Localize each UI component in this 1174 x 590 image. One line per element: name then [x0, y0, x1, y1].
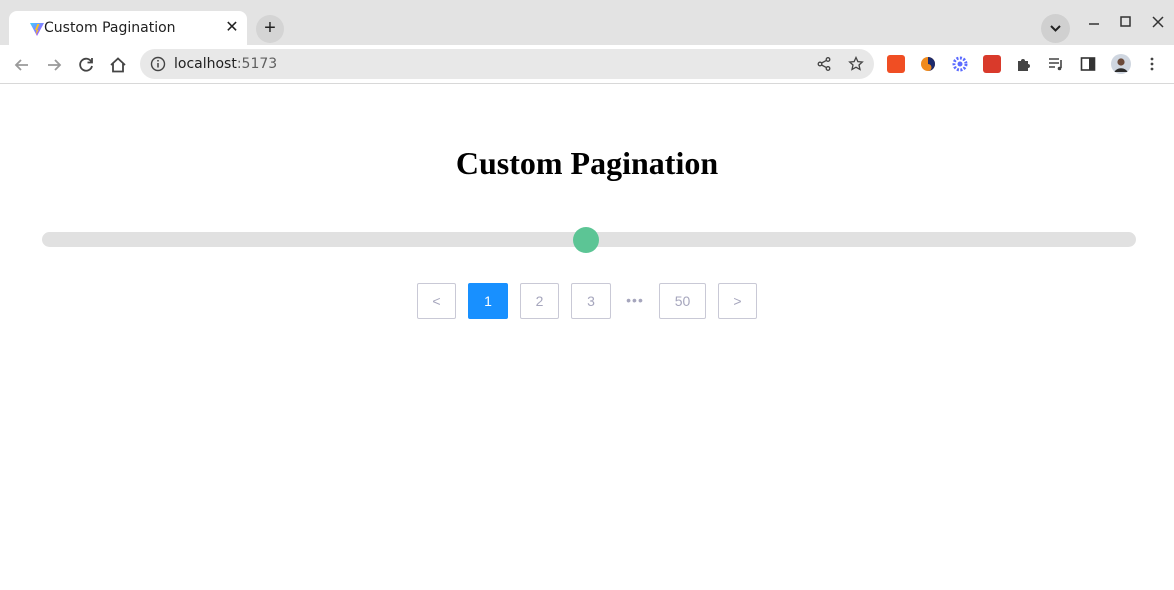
- home-icon[interactable]: [107, 54, 129, 76]
- tab-title: Custom Pagination: [44, 20, 176, 36]
- extension-orange-swirl-icon[interactable]: [919, 55, 937, 73]
- browser-menu-icon[interactable]: [1143, 55, 1161, 73]
- pagination-page-2[interactable]: 2: [520, 283, 559, 319]
- vite-logo-icon: [30, 23, 44, 36]
- extension-blue-gear-icon[interactable]: [951, 55, 969, 73]
- pagination-page-3[interactable]: 3: [571, 283, 611, 319]
- url-text[interactable]: localhost:5173: [174, 56, 277, 72]
- bookmark-star-icon[interactable]: [848, 56, 864, 72]
- new-tab-button[interactable]: +: [256, 15, 284, 43]
- window-close-icon[interactable]: [1148, 12, 1168, 32]
- extension-red-badge-icon[interactable]: [983, 55, 1001, 73]
- url-host: localhost: [174, 56, 237, 72]
- pagination-next-button[interactable]: >: [718, 283, 757, 319]
- tab-close-icon[interactable]: ✕: [223, 19, 241, 37]
- browser-tabstrip: Custom Pagination ✕ +: [0, 0, 1174, 45]
- url-port: :5173: [236, 56, 278, 72]
- page-title: Custom Pagination: [455, 145, 719, 181]
- back-arrow-icon[interactable]: [11, 54, 33, 76]
- pagination-ellipsis[interactable]: •••: [620, 283, 650, 319]
- media-queue-icon[interactable]: [1047, 55, 1065, 73]
- side-panel-icon[interactable]: [1079, 55, 1097, 73]
- pagination-page-last[interactable]: 50: [659, 283, 706, 319]
- profile-avatar-icon[interactable]: [1111, 54, 1131, 74]
- tab-search-button[interactable]: [1041, 14, 1070, 43]
- pagination-page-1[interactable]: 1: [468, 283, 508, 319]
- maximize-icon[interactable]: [1116, 12, 1136, 32]
- page-slider-thumb[interactable]: [572, 227, 599, 253]
- info-icon[interactable]: [150, 56, 166, 72]
- share-icon[interactable]: [816, 56, 832, 72]
- forward-arrow-icon[interactable]: [43, 54, 65, 76]
- minimize-icon[interactable]: [1084, 12, 1104, 32]
- browser-toolbar: localhost:5173: [0, 45, 1174, 84]
- address-bar[interactable]: localhost:5173: [140, 49, 874, 79]
- reload-icon[interactable]: [75, 54, 97, 76]
- pagination-prev-button[interactable]: <: [417, 283, 456, 319]
- extension-red-icon[interactable]: [887, 55, 905, 73]
- extensions-puzzle-icon[interactable]: [1015, 55, 1033, 73]
- chevron-down-icon: [1050, 25, 1061, 32]
- browser-tab-active[interactable]: Custom Pagination ✕: [9, 11, 247, 45]
